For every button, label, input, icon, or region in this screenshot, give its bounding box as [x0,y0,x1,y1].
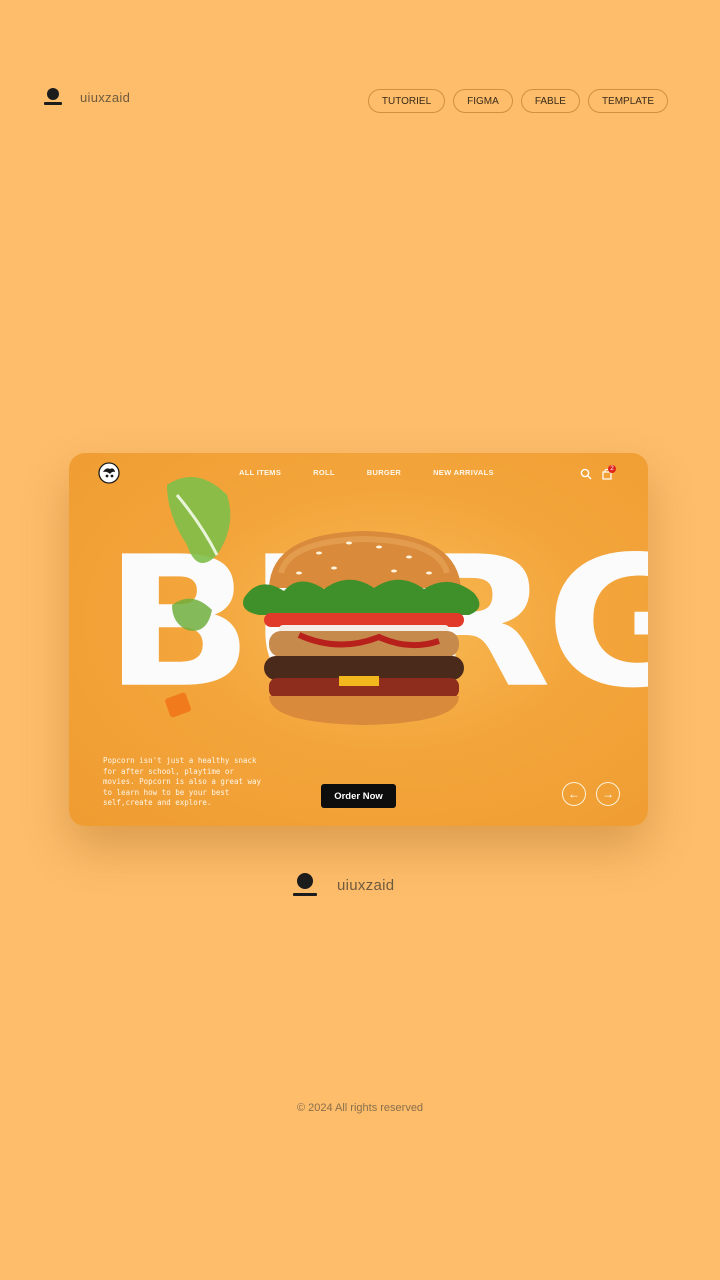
order-now-button[interactable]: Order Now [321,784,396,808]
user-icon [44,88,62,106]
nav-pill-tutoriel[interactable]: TUTORIEL [367,89,446,113]
burger-hero-card: ALL ITEMS ROLL BURGER NEW ARRIVALS 2 BUR… [69,453,648,826]
search-icon[interactable] [580,468,592,480]
nav-pill-fable[interactable]: FABLE [520,89,580,113]
cart-count-badge: 2 [608,465,616,473]
card-description: Popcorn isn't just a healthy snack for a… [103,756,262,807]
card-nav: ALL ITEMS ROLL BURGER NEW ARRIVALS [239,468,494,477]
bottom-brand[interactable]: uiuxzaid [293,873,394,897]
card-nav-roll[interactable]: ROLL [313,468,335,477]
top-nav: TUTORIEL FIGMA FABLE TEMPLATE [367,89,668,113]
prev-arrow-button[interactable]: ← [562,782,586,806]
copyright-footer: © 2024 All rights reserved [296,1102,424,1114]
brand-name: uiuxzaid [337,876,395,894]
user-icon [293,873,317,897]
card-nav-new-arrivals[interactable]: NEW ARRIVALS [433,468,494,477]
next-arrow-button[interactable]: → [596,782,620,806]
card-nav-burger[interactable]: BURGER [367,468,401,477]
brand-name: uiuxzaid [80,89,131,105]
burger-image [243,531,480,725]
card-logo-icon[interactable] [98,462,120,484]
nav-pill-template[interactable]: TEMPLATE [587,89,668,113]
nav-pill-figma[interactable]: FIGMA [453,89,513,113]
top-brand[interactable]: uiuxzaid [44,88,130,106]
